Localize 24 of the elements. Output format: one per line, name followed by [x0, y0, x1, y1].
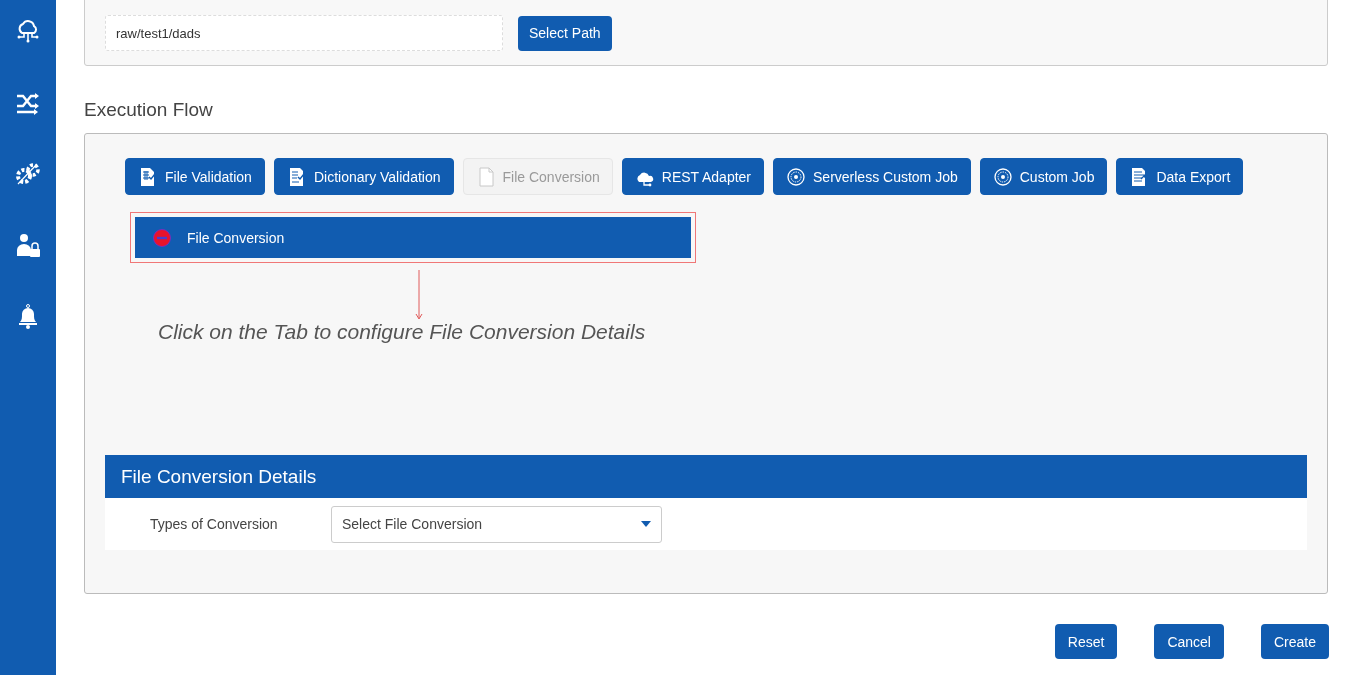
- component-button[interactable]: REST Adapter: [621, 158, 764, 195]
- conversion-select[interactable]: Select File Conversion: [331, 505, 662, 543]
- cancel-button[interactable]: Cancel: [1154, 624, 1224, 659]
- user-lock-icon[interactable]: [14, 231, 42, 259]
- field-label: Types of Conversion: [150, 516, 279, 532]
- no-entry-icon: [153, 228, 171, 247]
- hint-text: Click on the Tab to configure File Conversion Details: [158, 320, 646, 344]
- select-path-button[interactable]: Select Path: [518, 15, 612, 51]
- component-button[interactable]: Serverless Custom Job: [773, 158, 971, 195]
- create-button[interactable]: Create: [1260, 624, 1329, 659]
- details-header: File Conversion Details: [105, 455, 1307, 498]
- path-field[interactable]: raw/test1/dads: [105, 15, 503, 51]
- component-button[interactable]: Custom Job: [979, 158, 1108, 195]
- component-button[interactable]: File Validation: [125, 158, 265, 195]
- dial-icon: [992, 166, 1012, 187]
- dial-icon: [786, 166, 805, 187]
- section-title: Execution Flow: [84, 99, 214, 121]
- flow-tab[interactable]: File Conversion: [135, 217, 691, 258]
- reset-button[interactable]: Reset: [1054, 624, 1118, 659]
- caret-icon: [641, 521, 651, 527]
- component-button[interactable]: Data Export: [1116, 158, 1244, 195]
- component-button[interactable]: Dictionary Validation: [273, 158, 454, 195]
- grid-document-icon: [138, 166, 157, 187]
- down-arrow: [415, 270, 423, 320]
